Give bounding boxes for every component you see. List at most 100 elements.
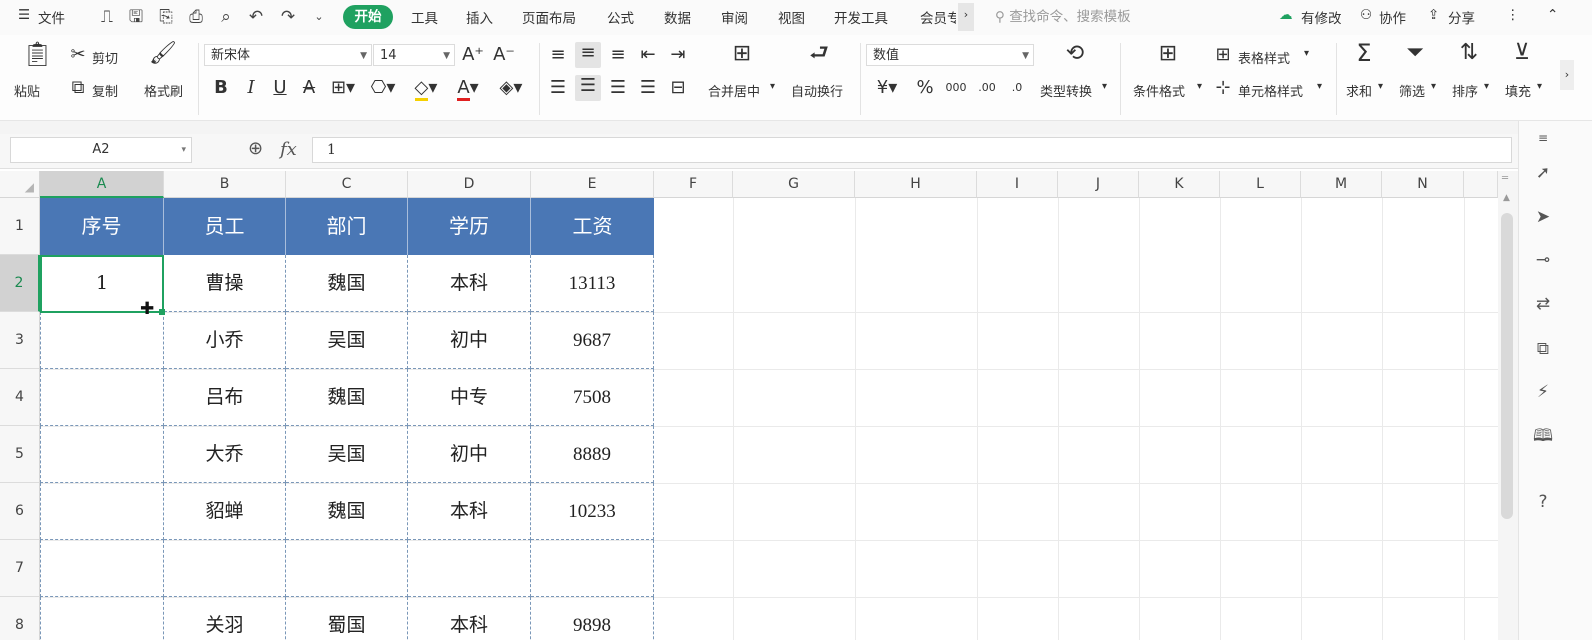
- table-cell[interactable]: [286, 540, 408, 597]
- sort-dropdown-icon[interactable]: ▾: [1484, 81, 1489, 92]
- zoom-formula-icon[interactable]: ⊕: [248, 138, 263, 159]
- select-cursor-icon[interactable]: ➤: [1533, 207, 1553, 227]
- clear-format-icon[interactable]: ◈▾: [494, 77, 528, 99]
- type-convert-dropdown-icon[interactable]: ▾: [1102, 81, 1107, 92]
- increase-decimal-icon[interactable]: .00: [975, 77, 999, 99]
- column-header-h[interactable]: H: [855, 171, 977, 198]
- tab-review[interactable]: 审阅: [721, 7, 748, 27]
- row-header-7[interactable]: 7: [0, 540, 40, 597]
- conditional-format-dropdown-icon[interactable]: ▾: [1197, 81, 1202, 92]
- cell-style-dropdown-icon[interactable]: ▾: [1317, 81, 1322, 92]
- fill-handle[interactable]: [159, 309, 165, 315]
- format-painter-icon[interactable]: 🖌︎: [149, 43, 177, 65]
- decrease-font-icon[interactable]: A⁻: [492, 44, 516, 66]
- tab-member[interactable]: 会员专: [920, 7, 956, 27]
- ai-icon[interactable]: ⎍: [97, 7, 117, 27]
- share-button[interactable]: 分享: [1448, 7, 1475, 27]
- increase-indent-icon[interactable]: ⇥: [667, 44, 689, 66]
- font-name-select[interactable]: 新宋体 ▼: [204, 44, 372, 66]
- type-convert-icon[interactable]: ⟲: [1062, 43, 1088, 65]
- table-cell[interactable]: 蜀国: [286, 597, 408, 640]
- sort-button[interactable]: 排序: [1452, 81, 1478, 100]
- cut-button[interactable]: 剪切: [92, 48, 118, 67]
- column-header-n[interactable]: N: [1382, 171, 1464, 198]
- table-cell[interactable]: [40, 540, 164, 597]
- table-style-icon[interactable]: ⊞: [1212, 44, 1234, 66]
- spreadsheet-grid[interactable]: ◢ A B C D E F G H I J K L M N 1 2 3 4 5 …: [0, 171, 1498, 640]
- tab-page-layout[interactable]: 页面布局: [522, 7, 576, 27]
- table-cell[interactable]: 本科: [408, 255, 531, 312]
- italic-icon[interactable]: I: [240, 77, 262, 99]
- bold-icon[interactable]: B: [210, 77, 232, 99]
- row-header-6[interactable]: 6: [0, 483, 40, 540]
- help-icon[interactable]: ?: [1533, 492, 1553, 512]
- sum-dropdown-icon[interactable]: ▾: [1378, 81, 1383, 92]
- more-options-icon[interactable]: ⋮: [1506, 7, 1520, 23]
- transform-icon[interactable]: ⇄: [1533, 294, 1553, 314]
- type-convert-button[interactable]: 类型转换: [1040, 81, 1092, 100]
- column-header-e[interactable]: E: [531, 171, 654, 198]
- paste-icon[interactable]: 📋︎: [22, 42, 52, 66]
- copy-icon[interactable]: ⧉: [68, 77, 88, 99]
- distributed-align-icon[interactable]: ⊟: [667, 77, 689, 99]
- table-cell[interactable]: [531, 540, 654, 597]
- conditional-format-button[interactable]: 条件格式: [1133, 81, 1185, 100]
- cell-style-icon[interactable]: ⊹: [1212, 77, 1234, 99]
- align-center-icon[interactable]: ☰: [575, 75, 601, 101]
- table-cell[interactable]: 初中: [408, 312, 531, 369]
- modified-status[interactable]: 有修改: [1301, 7, 1342, 27]
- scrollbar-thumb[interactable]: [1501, 213, 1513, 519]
- underline-icon[interactable]: U: [269, 77, 291, 99]
- conditional-format-icon[interactable]: ⊞: [1155, 43, 1181, 65]
- table-cell[interactable]: 魏国: [286, 483, 408, 540]
- image-edit-icon[interactable]: ⧉: [1533, 339, 1553, 359]
- formula-input[interactable]: 1: [312, 137, 1512, 163]
- function-icon[interactable]: fx: [280, 139, 297, 160]
- tab-home[interactable]: 开始: [343, 5, 393, 29]
- table-style-dropdown-icon[interactable]: ▾: [1304, 48, 1309, 59]
- tabs-scroll-right-icon[interactable]: ›: [958, 3, 974, 31]
- row-header-3[interactable]: 3: [0, 312, 40, 369]
- table-cell[interactable]: 关羽: [164, 597, 286, 640]
- column-header-m[interactable]: M: [1301, 171, 1382, 198]
- merge-center-icon[interactable]: ⊞: [728, 43, 756, 65]
- font-color-icon[interactable]: A▾: [450, 77, 486, 101]
- scroll-up-icon[interactable]: ▲: [1503, 193, 1510, 203]
- justify-icon[interactable]: ☰: [637, 77, 659, 99]
- filter-dropdown-icon[interactable]: ▾: [1431, 81, 1436, 92]
- table-cell[interactable]: 曹操: [164, 255, 286, 312]
- table-cell[interactable]: 貂蝉: [164, 483, 286, 540]
- table-cell[interactable]: [40, 426, 164, 483]
- tab-view[interactable]: 视图: [778, 7, 805, 27]
- name-box[interactable]: A2 ▾: [10, 137, 192, 163]
- undo-icon[interactable]: ↶: [246, 7, 266, 27]
- column-header-c[interactable]: C: [286, 171, 408, 198]
- share-icon[interactable]: ⇪: [1428, 7, 1439, 23]
- table-cell[interactable]: 9687: [531, 312, 654, 369]
- tab-data[interactable]: 数据: [664, 7, 691, 27]
- table-cell[interactable]: [40, 312, 164, 369]
- table-cell[interactable]: 魏国: [286, 369, 408, 426]
- slider-icon[interactable]: ⊸: [1533, 250, 1553, 270]
- sort-icon[interactable]: ⇅: [1456, 42, 1482, 64]
- table-header-cell[interactable]: 工资: [531, 198, 654, 255]
- export-icon[interactable]: ⎘: [156, 7, 176, 27]
- ribbon-scroll-right-icon[interactable]: ›: [1560, 60, 1574, 90]
- table-cell[interactable]: 本科: [408, 597, 531, 640]
- table-cell[interactable]: 13113: [531, 255, 654, 312]
- table-cell[interactable]: 8889: [531, 426, 654, 483]
- panel-menu-icon[interactable]: ≡: [1533, 128, 1553, 148]
- align-bottom-icon[interactable]: ≡: [607, 44, 629, 66]
- column-header-d[interactable]: D: [408, 171, 531, 198]
- column-header-b[interactable]: B: [164, 171, 286, 198]
- row-header-1[interactable]: 1: [0, 198, 40, 255]
- number-format-select[interactable]: 数值 ▼: [866, 44, 1034, 66]
- table-cell[interactable]: 9898: [531, 597, 654, 640]
- table-cell[interactable]: 本科: [408, 483, 531, 540]
- row-header-5[interactable]: 5: [0, 426, 40, 483]
- tab-tools[interactable]: 工具: [411, 7, 438, 27]
- cut-icon[interactable]: ✂: [68, 44, 88, 66]
- border-icon[interactable]: ⊞▾: [328, 77, 358, 99]
- cell-style-brush-icon[interactable]: ⎔▾: [368, 77, 398, 99]
- column-header-f[interactable]: F: [654, 171, 733, 198]
